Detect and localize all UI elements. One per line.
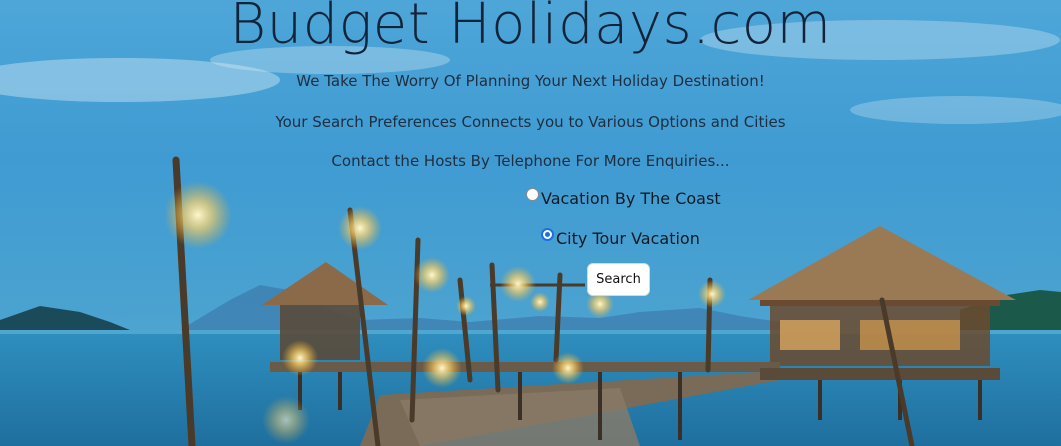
intro-line-1: We Take The Worry Of Planning Your Next … <box>296 72 765 90</box>
site-title: Budget Holidays.com <box>229 0 832 57</box>
radio-button-city-tour[interactable] <box>541 228 554 241</box>
intro-line-2: Your Search Preferences Connects you to … <box>275 113 786 131</box>
main-content: Budget Holidays.com We Take The Worry Of… <box>0 0 1061 446</box>
intro-line-3: Contact the Hosts By Telephone For More … <box>331 152 730 170</box>
radio-button-coast[interactable] <box>526 188 539 201</box>
option-label-coast: Vacation By The Coast <box>541 189 721 208</box>
option-label-city-tour: City Tour Vacation <box>556 229 700 248</box>
option-vacation-by-the-coast[interactable]: Vacation By The Coast <box>526 188 721 208</box>
search-button[interactable]: Search <box>587 263 650 296</box>
option-city-tour-vacation[interactable]: City Tour Vacation <box>541 228 700 248</box>
